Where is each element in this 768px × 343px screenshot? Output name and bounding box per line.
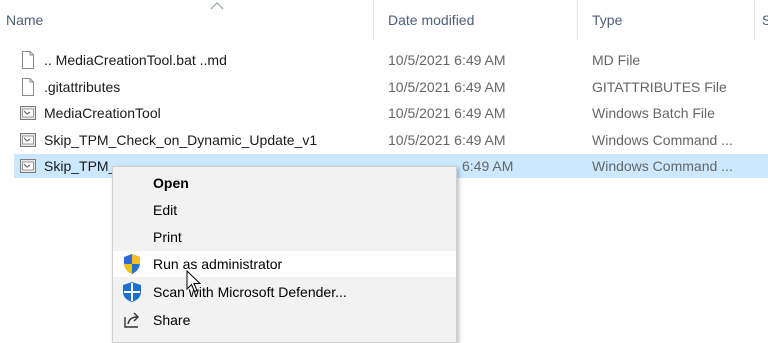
batch-file-icon	[20, 106, 36, 120]
column-header-bar: Name Date modified Type S	[0, 0, 768, 40]
file-date-modified: 10/5/2021 6:49 AM	[388, 132, 506, 148]
file-name: MediaCreationTool	[44, 105, 161, 121]
file-type: GITATTRIBUTES File	[592, 79, 727, 95]
batch-file-icon	[20, 159, 36, 173]
file-date-modified: 10/5/2021 6:49 AM	[388, 52, 506, 68]
menu-item-share[interactable]: Share	[113, 307, 456, 333]
blank-file-icon	[22, 78, 34, 96]
column-header-type[interactable]: Type	[592, 12, 622, 28]
menu-item-label: Share	[153, 312, 191, 328]
menu-item-scan-with-defender[interactable]: Scan with Microsoft Defender...	[113, 279, 456, 305]
column-divider[interactable]	[577, 0, 578, 40]
file-type: Windows Command ...	[592, 158, 733, 174]
column-header-name[interactable]: Name	[6, 12, 43, 28]
blank-file-icon	[22, 51, 34, 69]
file-date-modified: 10/5/2021 6:49 AM	[388, 79, 506, 95]
file-type: Windows Batch File	[592, 105, 715, 121]
uac-shield-icon	[124, 254, 140, 274]
file-type: MD File	[592, 52, 641, 68]
column-header-size[interactable]: S	[762, 12, 768, 28]
file-name: .. MediaCreationTool.bat ..md	[44, 52, 227, 68]
file-date-modified: 10/5/2021 6:49 AM	[388, 105, 506, 121]
file-type: Windows Command ...	[592, 132, 733, 148]
menu-item-run-as-administrator[interactable]: Run as administrator	[113, 251, 456, 277]
menu-item-label: Scan with Microsoft Defender...	[153, 284, 347, 300]
batch-file-icon	[20, 133, 36, 147]
menu-item-label: Edit	[153, 202, 178, 218]
file-row[interactable]: .gitattributes 10/5/2021 6:49 AM GITATTR…	[14, 75, 768, 99]
file-row[interactable]: .. MediaCreationTool.bat ..md 10/5/2021 …	[14, 48, 768, 72]
sort-ascending-icon[interactable]	[210, 2, 224, 10]
context-menu: Open Edit Print Run as administrator Sca…	[112, 166, 457, 343]
column-header-date-modified[interactable]: Date modified	[388, 12, 474, 28]
file-name: .gitattributes	[44, 79, 121, 95]
file-row[interactable]: Skip_TPM_Check_on_Dynamic_Update_v1 10/5…	[14, 128, 768, 152]
menu-item-label: Print	[153, 229, 182, 245]
mouse-pointer-icon	[186, 270, 202, 293]
column-divider[interactable]	[373, 0, 374, 40]
column-divider[interactable]	[754, 0, 755, 40]
menu-item-edit[interactable]: Edit	[113, 197, 456, 223]
file-row[interactable]: MediaCreationTool 10/5/2021 6:49 AM Wind…	[14, 101, 768, 125]
file-name: Skip_TPM_Check_on_Dynamic_Update_v1	[44, 132, 318, 148]
menu-item-label: Run as administrator	[153, 256, 283, 272]
menu-item-open[interactable]: Open	[113, 170, 456, 196]
menu-item-label: Open	[153, 175, 189, 191]
defender-shield-icon	[123, 282, 141, 302]
menu-item-print[interactable]: Print	[113, 224, 456, 250]
share-icon	[124, 312, 139, 328]
file-date-modified: 6:49 AM	[462, 158, 514, 174]
